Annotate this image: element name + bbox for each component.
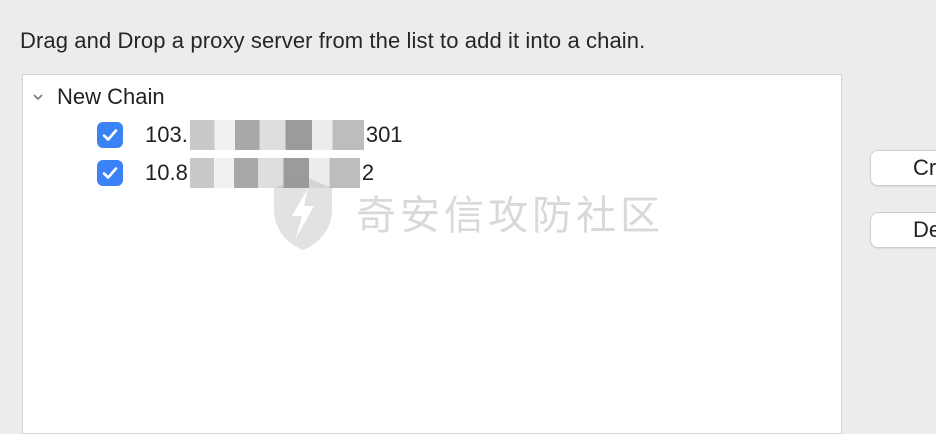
proxy-address-prefix: 103. xyxy=(145,122,188,147)
chain-group-header[interactable]: New Chain xyxy=(33,83,165,111)
chain-list-panel[interactable]: New Chain 103. 301 10.8 2 xyxy=(22,74,842,434)
delete-chain-button-label: De xyxy=(913,217,936,242)
proxy-address-prefix: 10.8 xyxy=(145,160,188,185)
chevron-down-icon[interactable] xyxy=(33,92,43,102)
checkmark-icon xyxy=(102,167,118,179)
create-chain-button[interactable]: Cr xyxy=(870,150,936,186)
proxy-address-suffix: 301 xyxy=(365,122,403,147)
proxy-address-suffix: 2 xyxy=(361,160,375,185)
create-chain-button-label: Cr xyxy=(913,155,936,180)
redacted-block xyxy=(189,120,364,150)
proxy-enabled-checkbox[interactable] xyxy=(97,160,123,186)
checkmark-icon xyxy=(102,129,118,141)
redacted-block xyxy=(189,158,360,188)
chain-proxy-row[interactable]: 10.8 2 xyxy=(97,158,374,188)
delete-chain-button[interactable]: De xyxy=(870,212,936,248)
chain-name-label: New Chain xyxy=(57,84,165,109)
instruction-text: Drag and Drop a proxy server from the li… xyxy=(20,28,646,53)
chain-proxy-row[interactable]: 103. 301 xyxy=(97,120,403,150)
proxy-enabled-checkbox[interactable] xyxy=(97,122,123,148)
